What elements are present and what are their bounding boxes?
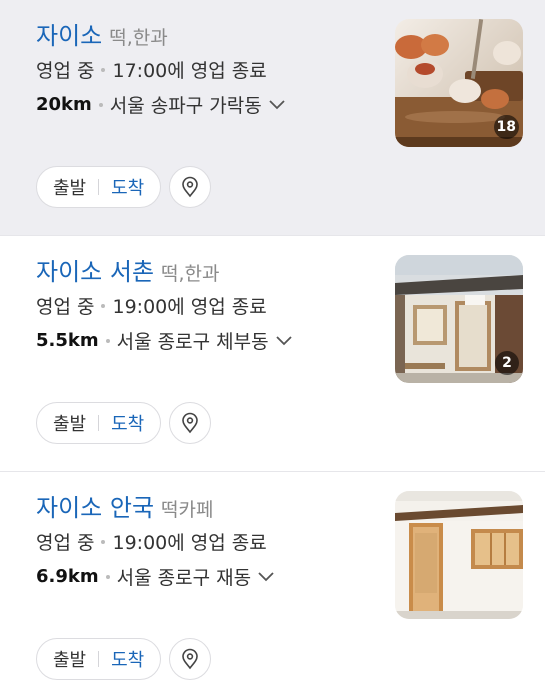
result-info: 자이소 서촌 떡,한과 영업 중 19:00에 영업 종료 5.5km 서울 종… [36,252,376,358]
route-button-group: 출발 도착 [36,638,162,680]
route-destination-button[interactable]: 도착 [111,646,144,672]
distance: 5.5km [36,330,99,351]
open-status: 영업 중 [36,296,95,318]
separator-dot [101,67,106,72]
route-start-button[interactable]: 출발 [53,174,86,200]
map-pin-icon [182,412,199,434]
route-button-group: 출발 도착 [36,166,162,208]
separator-dot [101,539,106,544]
divider [98,651,100,667]
address: 서울 종로구 체부동 [116,331,269,353]
result-card[interactable]: 자이소 안국 떡카페 영업 중 19:00에 영업 종료 6.9km 서울 종로… [0,472,545,680]
title-row: 자이소 서촌 떡,한과 [36,252,376,288]
place-category: 떡,한과 [161,263,220,285]
chevron-down-icon[interactable] [257,571,275,583]
distance: 20km [36,94,92,115]
place-photo[interactable] [395,491,523,619]
separator-dot [105,338,110,343]
hours-row: 영업 중 19:00에 영업 종료 [36,524,376,559]
route-destination-button[interactable]: 도착 [111,174,144,200]
photo-count-badge: 2 [495,351,519,375]
route-start-button[interactable]: 출발 [53,646,86,672]
open-status: 영업 중 [36,532,95,554]
separator-dot [101,303,106,308]
route-destination-button[interactable]: 도착 [111,410,144,436]
route-button-group: 출발 도착 [36,402,162,444]
search-results-list: 자이소 떡,한과 영업 중 17:00에 영업 종료 20km 서울 송파구 가… [0,0,545,680]
distance: 6.9km [36,566,99,587]
separator-dot [105,574,110,579]
address: 서울 송파구 가락동 [109,95,262,117]
place-category: 떡,한과 [109,27,168,49]
place-name[interactable]: 자이소 [36,16,102,51]
chevron-down-icon[interactable] [275,335,293,347]
location-row[interactable]: 20km 서울 송파구 가락동 [36,87,376,122]
photo-count-badge: 18 [493,115,519,139]
place-category: 떡카페 [161,499,214,521]
divider [98,415,100,431]
route-actions: 출발 도착 [36,638,212,680]
chevron-down-icon[interactable] [268,99,286,111]
result-card[interactable]: 자이소 떡,한과 영업 중 17:00에 영업 종료 20km 서울 송파구 가… [0,0,545,236]
result-info: 자이소 안국 떡카페 영업 중 19:00에 영업 종료 6.9km 서울 종로… [36,488,376,594]
title-row: 자이소 안국 떡카페 [36,488,376,524]
location-row[interactable]: 6.9km 서울 종로구 재동 [36,559,376,594]
closing-time: 19:00에 영업 종료 [112,532,267,554]
location-row[interactable]: 5.5km 서울 종로구 체부동 [36,323,376,358]
hours-row: 영업 중 19:00에 영업 종료 [36,288,376,323]
result-card[interactable]: 자이소 서촌 떡,한과 영업 중 19:00에 영업 종료 5.5km 서울 종… [0,236,545,472]
open-status: 영업 중 [36,60,95,82]
closing-time: 19:00에 영업 종료 [112,296,267,318]
divider [98,179,100,195]
title-row: 자이소 떡,한과 [36,16,376,52]
route-actions: 출발 도착 [36,402,212,444]
route-actions: 출발 도착 [36,166,212,208]
place-name[interactable]: 자이소 안국 [36,488,154,523]
address: 서울 종로구 재동 [116,567,252,589]
place-photo[interactable]: 2 [395,255,523,383]
separator-dot [98,102,103,107]
place-name[interactable]: 자이소 서촌 [36,252,154,287]
map-pin-button[interactable] [169,166,212,208]
map-pin-button[interactable] [169,638,212,680]
map-pin-button[interactable] [169,402,212,444]
result-info: 자이소 떡,한과 영업 중 17:00에 영업 종료 20km 서울 송파구 가… [36,16,376,122]
place-photo[interactable]: 18 [395,19,523,147]
route-start-button[interactable]: 출발 [53,410,86,436]
photo-cafe-exterior [395,491,523,619]
map-pin-icon [182,648,199,670]
map-pin-icon [182,176,199,198]
closing-time: 17:00에 영업 종료 [112,60,267,82]
hours-row: 영업 중 17:00에 영업 종료 [36,52,376,87]
